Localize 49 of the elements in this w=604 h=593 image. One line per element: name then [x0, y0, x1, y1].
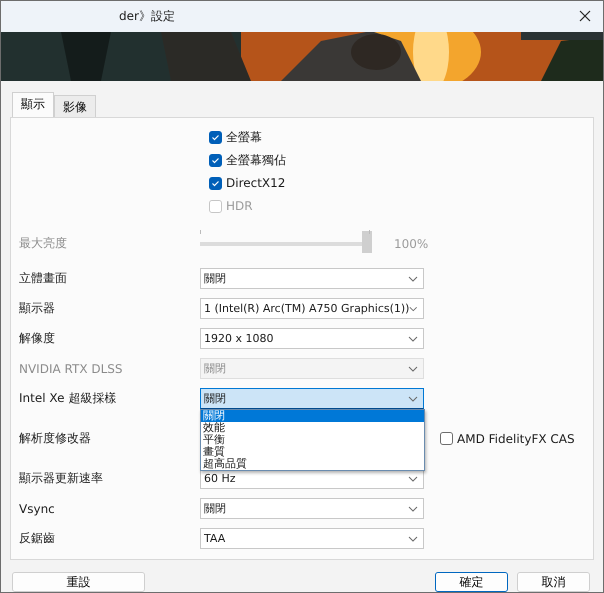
chevron-icon: [408, 276, 418, 282]
reset-button[interactable]: 重設: [12, 572, 145, 592]
tab[interactable]: 顯示: [12, 92, 54, 118]
chevron-icon: [408, 336, 418, 342]
chevron-icon: [408, 476, 418, 482]
dropdown-option[interactable]: 超高品質: [201, 458, 424, 470]
checkbox-label: 全螢幕: [226, 128, 262, 146]
setting-label: 最大亮度: [19, 235, 68, 252]
setting-label: 顯示器: [19, 300, 56, 318]
checkbox[interactable]: [209, 176, 222, 190]
dropdown[interactable]: 關閉: [200, 498, 424, 520]
cancel-button[interactable]: 取消: [517, 572, 590, 592]
chevron-icon: [408, 506, 418, 512]
checkbox[interactable]: [209, 130, 222, 144]
dropdown[interactable]: 1 (Intel(R) Arc(TM) A750 Graphics(1)): [200, 298, 424, 320]
dropdown-option[interactable]: 效能: [201, 422, 424, 434]
dropdown[interactable]: TAA: [200, 528, 424, 550]
chevron-icon: [408, 366, 418, 372]
setting-label: 解像度: [19, 330, 56, 348]
checkbox-label: DirectX12: [226, 176, 286, 190]
dropdown-option[interactable]: 關閉: [201, 410, 424, 422]
setting-label: Intel Xe 超級採樣: [19, 390, 118, 408]
dropdown[interactable]: 1920 x 1080: [200, 328, 424, 350]
tab[interactable]: 影像: [54, 94, 96, 118]
setting-label: NVIDIA RTX DLSS: [19, 362, 124, 376]
check-icon: [211, 132, 220, 142]
check-icon: [211, 156, 220, 165]
checkbox-label: HDR: [226, 199, 253, 214]
dropdown-option[interactable]: 畫質: [201, 446, 424, 458]
setting-label: 立體畫面: [19, 270, 68, 288]
ok-button[interactable]: 確定: [435, 572, 508, 592]
setting-label: Vsync: [19, 502, 56, 516]
setting-label: 顯示器更新速率: [19, 470, 104, 488]
chevron-icon: [408, 536, 418, 542]
chevron-icon: [408, 396, 418, 402]
dropdown[interactable]: 關閉: [200, 268, 424, 290]
dropdown[interactable]: 關閉: [200, 388, 424, 410]
setting-label: 反鋸齒: [19, 530, 56, 548]
close-icon: [579, 10, 591, 22]
dropdown-option[interactable]: 平衡: [201, 434, 424, 446]
slider-value: 100%: [394, 236, 428, 251]
window-title: der》設定: [119, 8, 175, 25]
check-icon: [211, 178, 220, 188]
checkbox-label: AMD FidelityFX CAS: [457, 432, 575, 446]
setting-label: 解析度修改器: [19, 430, 92, 448]
checkbox[interactable]: [440, 432, 453, 446]
checkbox[interactable]: [209, 154, 222, 167]
checkbox-label: 全螢幕獨佔: [226, 152, 286, 169]
chevron-icon: [409, 306, 418, 312]
